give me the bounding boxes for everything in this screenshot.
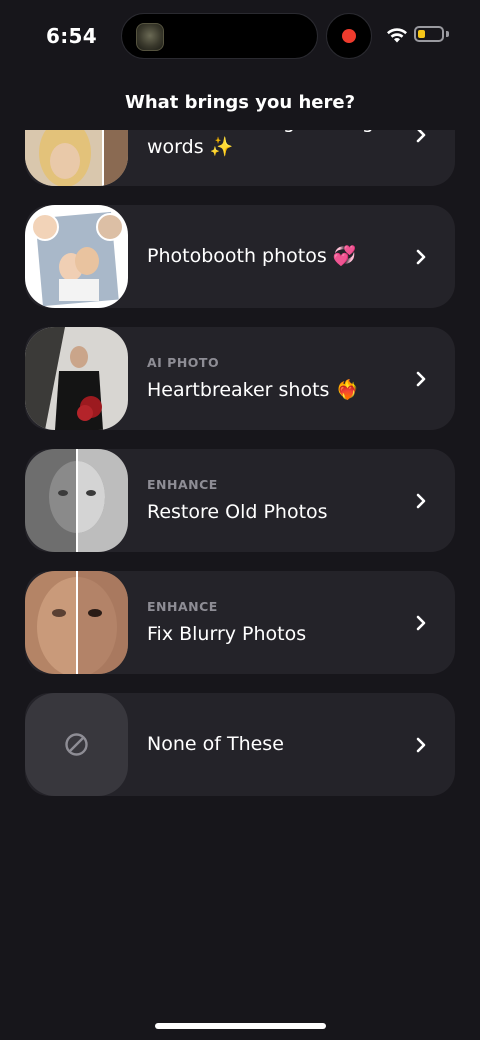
options-list[interactable]: Transform images using words ✨ [0, 130, 480, 1030]
status-bar: 6:54 [0, 0, 480, 72]
option-text: AI PHOTO Heartbreaker shots ❤️‍🔥 [147, 327, 407, 430]
option-title: None of These [147, 733, 284, 755]
option-tag: ENHANCE [147, 598, 218, 614]
option-thumbnail-photobooth [25, 205, 128, 308]
option-text: None of These [147, 693, 407, 796]
option-title: Heartbreaker shots ❤️‍🔥 [147, 378, 360, 401]
chevron-right-icon [416, 615, 426, 631]
option-thumbnail-blurry [25, 571, 128, 674]
page-title: What brings you here? [124, 92, 356, 113]
option-tag: ENHANCE [147, 476, 218, 492]
prohibited-icon [65, 733, 88, 756]
chevron-right-icon [416, 130, 426, 143]
option-title: Transform images using words ✨ [147, 130, 374, 158]
option-tag: AI PHOTO [147, 354, 220, 370]
battery-level [418, 30, 425, 38]
record-dot-icon [342, 29, 356, 43]
battery-icon [414, 26, 444, 42]
option-title: Photobooth photos 💞 [147, 245, 357, 267]
chevron-right-icon [416, 249, 426, 265]
option-photobooth[interactable]: Photobooth photos 💞 [25, 205, 455, 308]
screen: 6:54 What brings you here? words ✨ Photo… [0, 0, 480, 1040]
screen-recording-indicator[interactable] [326, 13, 372, 59]
option-thumbnail-transform [25, 130, 128, 186]
option-fix-blurry-photos[interactable]: ENHANCE Fix Blurry Photos [25, 571, 455, 674]
option-thumbnail-none [25, 693, 128, 796]
dynamic-island[interactable] [121, 13, 318, 59]
option-none-of-these[interactable]: None of These [25, 693, 455, 796]
option-thumbnail-restore [25, 449, 128, 552]
chevron-right-icon [416, 371, 426, 387]
option-thumbnail-heartbreaker [25, 327, 128, 430]
wifi-icon [387, 28, 407, 43]
option-restore-old-photos[interactable]: ENHANCE Restore Old Photos [25, 449, 455, 552]
chevron-right-icon [416, 493, 426, 509]
chevron-right-icon [416, 737, 426, 753]
option-title: Restore Old Photos [147, 500, 328, 523]
option-transform-images[interactable]: Transform images using words ✨ [25, 130, 455, 186]
option-title: Fix Blurry Photos [147, 622, 307, 645]
live-activity-app-icon [136, 23, 164, 51]
battery-cap [446, 31, 449, 37]
option-text: Photobooth photos 💞 [147, 205, 407, 308]
option-text: ENHANCE Restore Old Photos [147, 449, 407, 552]
option-heartbreaker[interactable]: AI PHOTO Heartbreaker shots ❤️‍🔥 [25, 327, 455, 430]
home-indicator[interactable] [155, 1023, 326, 1029]
status-time: 6:54 [46, 24, 97, 48]
option-text: ENHANCE Fix Blurry Photos [147, 571, 407, 674]
option-text: Transform images using words ✨ [147, 130, 407, 186]
